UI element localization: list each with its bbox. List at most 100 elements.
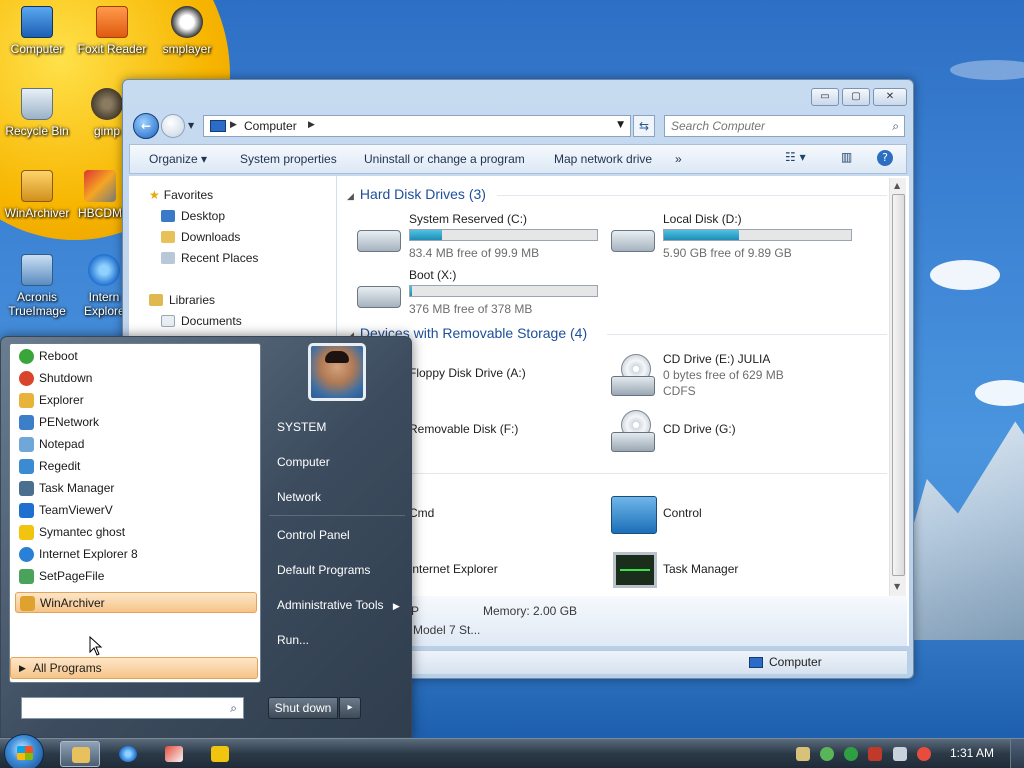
program-teamviewer[interactable]: TeamViewerV: [15, 500, 257, 521]
desktop-icon-hbcdm[interactable]: HBCDM: [74, 170, 126, 220]
tray-volume-muted-icon[interactable]: [917, 747, 931, 761]
map-network-drive-button[interactable]: Map network drive: [554, 152, 652, 166]
shut-down-button[interactable]: Shut down: [268, 697, 338, 719]
desktop-icon-smplayer[interactable]: smplayer: [150, 6, 224, 56]
desktop-icon-foxit-reader[interactable]: Foxit Reader: [75, 6, 149, 56]
ghost-icon: [211, 746, 229, 762]
wallpaper-cloud: [975, 380, 1024, 406]
user-picture[interactable]: [308, 343, 366, 401]
uninstall-program-button[interactable]: Uninstall or change a program: [364, 152, 525, 166]
desktop-icon-internet-explorer[interactable]: Intern Explore: [84, 254, 125, 318]
computer-icon: [749, 657, 763, 668]
program-internet-explorer-8[interactable]: Internet Explorer 8: [15, 544, 257, 565]
desktop-icon-computer[interactable]: Computer: [0, 6, 74, 56]
preview-pane-button[interactable]: ▥: [841, 150, 852, 168]
address-dropdown[interactable]: ▼: [617, 120, 624, 130]
start-item-control-panel[interactable]: Control Panel: [277, 528, 350, 542]
maximize-button[interactable]: ▢: [842, 88, 870, 106]
taskbar-internet-explorer[interactable]: [108, 741, 148, 767]
gimp-icon: [91, 88, 123, 120]
search-icon[interactable]: ⌕: [230, 701, 237, 716]
pdf-icon: [96, 6, 128, 38]
nav-favorites[interactable]: ★ Favorites: [149, 188, 213, 202]
taskbar-clock[interactable]: 1:31 AM: [950, 746, 994, 760]
search-icon[interactable]: ⌕: [892, 119, 899, 134]
taskbar-network[interactable]: [154, 741, 194, 767]
start-item-system[interactable]: SYSTEM: [277, 420, 326, 434]
nav-recent-places[interactable]: Recent Places: [161, 251, 258, 265]
hard-drive-icon: [357, 230, 401, 252]
program-reboot[interactable]: Reboot: [15, 346, 257, 367]
start-button[interactable]: [4, 734, 44, 768]
address-bar[interactable]: ▶ Computer ▶ ▼: [203, 115, 631, 137]
documents-icon: [161, 315, 175, 327]
start-item-administrative-tools[interactable]: Administrative Tools ▶: [277, 598, 400, 612]
scroll-thumb[interactable]: [892, 194, 905, 576]
tray-tool-icon[interactable]: [868, 747, 882, 761]
organize-button[interactable]: Organize ▾: [149, 152, 207, 166]
vertical-scrollbar[interactable]: ▲ ▼: [889, 178, 906, 596]
change-view-button[interactable]: ☷ ▾: [785, 150, 806, 168]
start-search-input[interactable]: [27, 699, 217, 717]
nav-downloads[interactable]: Downloads: [161, 230, 240, 244]
program-penetwork[interactable]: PENetwork: [15, 412, 257, 433]
desktop-icon-winarchiver[interactable]: WinArchiver: [0, 170, 74, 220]
collapse-icon[interactable]: ◢: [347, 191, 354, 201]
archive-icon: [20, 596, 35, 611]
taskbar-ghost[interactable]: [200, 741, 240, 767]
program-regedit[interactable]: Regedit: [15, 456, 257, 477]
tray-monitor-icon[interactable]: [893, 747, 907, 761]
shut-down-options-button[interactable]: ▸: [339, 697, 361, 719]
recent-pages-dropdown[interactable]: ▼: [188, 121, 194, 130]
system-properties-button[interactable]: System properties: [240, 152, 337, 166]
forward-button[interactable]: [161, 114, 185, 138]
help-icon[interactable]: ?: [877, 150, 893, 166]
libraries-icon: [149, 294, 163, 306]
chevron-right-icon: ▶: [392, 601, 400, 611]
program-winarchiver[interactable]: WinArchiver: [15, 592, 257, 613]
show-desktop-button[interactable]: [1010, 739, 1024, 768]
program-symantec-ghost[interactable]: Symantec ghost: [15, 522, 257, 543]
nav-documents[interactable]: Documents: [161, 314, 242, 328]
internet-explorer-icon: [19, 547, 34, 562]
desktop-icon-acronis-trueimage[interactable]: Acronis TrueImage: [0, 254, 74, 318]
nav-libraries[interactable]: Libraries: [149, 293, 215, 307]
all-programs-button[interactable]: ▶ All Programs: [10, 657, 258, 679]
search-input[interactable]: [671, 117, 881, 135]
refresh-button[interactable]: ⇆: [633, 115, 655, 137]
minimize-button[interactable]: ▭: [811, 88, 839, 106]
mouse-cursor-icon: [89, 636, 103, 656]
search-box: ⌕: [664, 115, 905, 137]
teamviewer-icon: [19, 503, 34, 518]
start-item-computer[interactable]: Computer: [277, 455, 330, 469]
scroll-up-arrow[interactable]: ▲: [894, 181, 900, 190]
tray-play-icon[interactable]: [844, 747, 858, 761]
close-button[interactable]: ✕: [873, 88, 907, 106]
power-icon: [19, 371, 34, 386]
program-shutdown[interactable]: Shutdown: [15, 368, 257, 389]
tray-stack-icon[interactable]: [796, 747, 810, 761]
chevron-right-icon[interactable]: ▶: [230, 120, 237, 130]
content-pane: ◢ Hard Disk Drives (3) System Reserved (C…: [337, 176, 909, 646]
chevron-right-icon[interactable]: ▶: [308, 120, 315, 130]
program-setpagefile[interactable]: SetPageFile: [15, 566, 257, 587]
scroll-down-arrow[interactable]: ▼: [894, 582, 900, 591]
folder-icon: [19, 393, 34, 408]
group-divider: [497, 195, 887, 196]
start-item-network[interactable]: Network: [277, 490, 321, 504]
group-hard-disk-drives[interactable]: ◢ Hard Disk Drives (3): [347, 186, 486, 202]
program-explorer[interactable]: Explorer: [15, 390, 257, 411]
drive-usage-bar: [663, 229, 852, 241]
taskbar-explorer[interactable]: [60, 741, 100, 767]
folder-icon: [72, 747, 90, 763]
tray-network-icon[interactable]: [820, 747, 834, 761]
more-commands-button[interactable]: »: [675, 152, 682, 166]
program-task-manager[interactable]: Task Manager: [15, 478, 257, 499]
nav-desktop[interactable]: Desktop: [161, 209, 225, 223]
desktop-icon-recycle-bin[interactable]: Recycle Bin: [0, 88, 74, 138]
program-notepad[interactable]: Notepad: [15, 434, 257, 455]
taskbar: 1:31 AM: [0, 734, 1024, 768]
start-item-default-programs[interactable]: Default Programs: [277, 563, 370, 577]
start-item-run[interactable]: Run...: [277, 633, 309, 647]
back-button[interactable]: ←: [133, 113, 159, 139]
